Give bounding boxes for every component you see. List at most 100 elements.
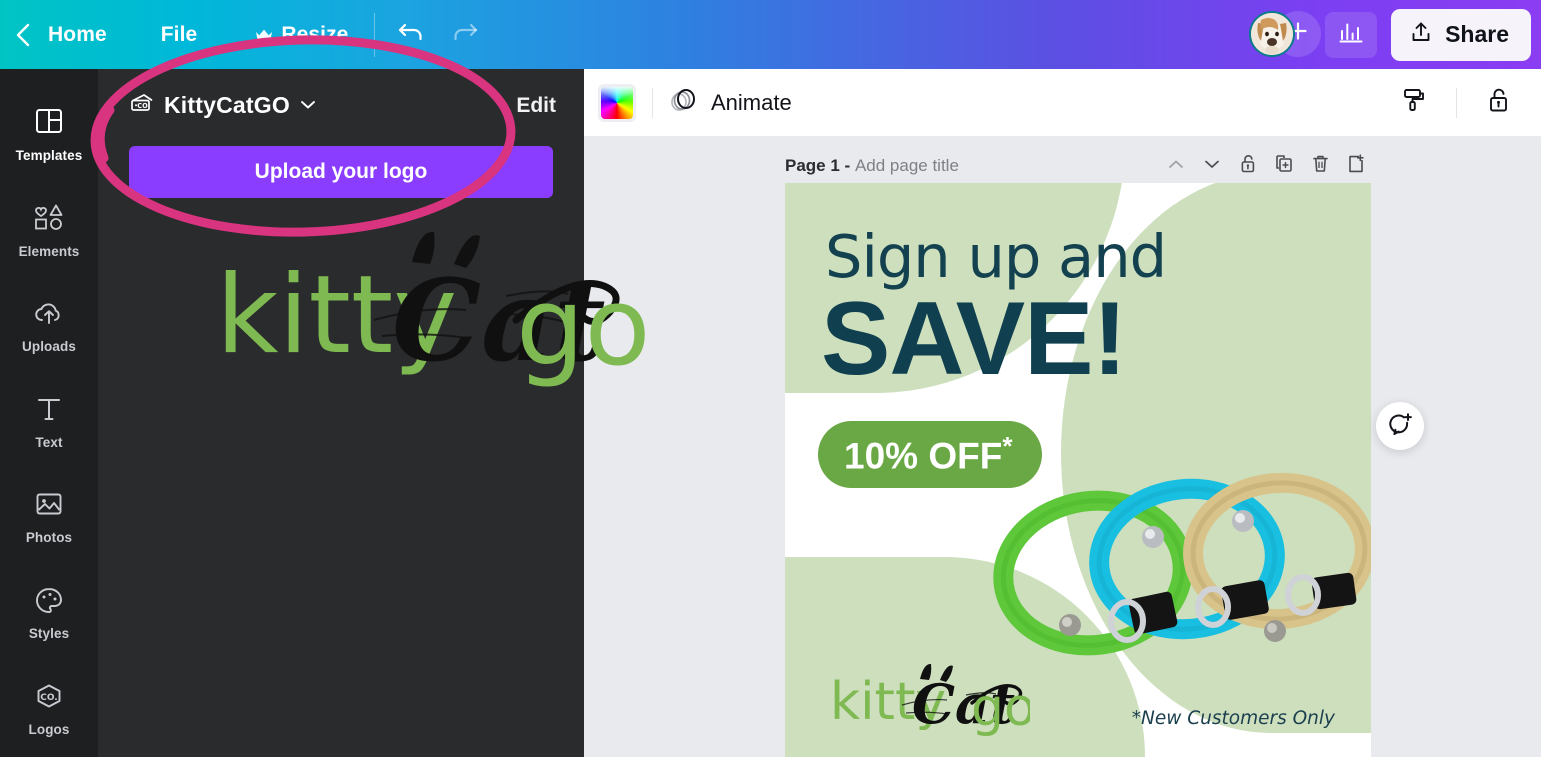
- file-label: File: [160, 22, 198, 46]
- toolbar-divider: [374, 12, 376, 57]
- redo-icon: [449, 19, 479, 50]
- toolbar-divider: [1456, 87, 1457, 118]
- copy-style-button[interactable]: [1392, 81, 1436, 125]
- add-comment-button[interactable]: [1376, 402, 1424, 450]
- unlock-icon: [1239, 153, 1258, 180]
- sidebar-item-label: Styles: [28, 625, 70, 641]
- back-button[interactable]: [0, 22, 46, 48]
- design-logo[interactable]: kitty Cat go: [830, 657, 1030, 743]
- animate-icon: [669, 85, 699, 121]
- sidebar-item-label: Elements: [18, 244, 80, 260]
- delete-page-button[interactable]: [1305, 151, 1335, 181]
- page-number-label: Page 1 -: [785, 156, 851, 175]
- undo-icon: [397, 19, 427, 50]
- top-toolbar: Home File Resize Share: [0, 0, 1541, 69]
- color-swatch-button[interactable]: [598, 83, 636, 122]
- page-actions: [1161, 151, 1371, 181]
- upload-icon: [1409, 20, 1433, 50]
- brand-logo-preview: kitty Cat go: [98, 224, 651, 404]
- brand-kit-header: CO KittyCatGO Edit: [98, 69, 584, 120]
- top-toolbar-left: Home File Resize: [0, 0, 493, 69]
- move-page-up-button[interactable]: [1161, 151, 1191, 181]
- undo-button[interactable]: [389, 12, 435, 58]
- rainbow-color-swatch: [601, 86, 633, 119]
- design-headline[interactable]: Sign up and: [825, 227, 1167, 286]
- duplicate-page-icon: [1274, 153, 1294, 180]
- sidebar-item-styles[interactable]: Styles: [0, 566, 98, 662]
- redo-button[interactable]: [441, 12, 487, 58]
- crown-icon: [255, 28, 273, 42]
- share-button[interactable]: Share: [1391, 8, 1531, 61]
- brand-kit-edit-button[interactable]: Edit: [516, 94, 556, 118]
- sidebar-item-text[interactable]: Text: [0, 374, 98, 470]
- svg-text:CO.: CO.: [40, 693, 57, 703]
- brand-kit-panel: CO KittyCatGO Edit Upload your logo kitt…: [98, 69, 651, 757]
- animate-label: Animate: [711, 89, 792, 115]
- home-label: Home: [48, 22, 107, 46]
- chevron-left-icon: [13, 22, 33, 48]
- home-menu[interactable]: Home: [46, 0, 143, 69]
- lock-button[interactable]: [1477, 81, 1521, 125]
- move-down-icon: [1203, 157, 1221, 176]
- elements-icon: [33, 202, 65, 237]
- top-toolbar-right: Share: [1249, 0, 1541, 69]
- animate-button[interactable]: Animate: [669, 85, 792, 121]
- share-label: Share: [1445, 21, 1509, 47]
- kittycatgo-wordmark: kitty Cat go: [216, 231, 651, 390]
- design-canvas[interactable]: Sign up and SAVE! 10% OFF* kitty Cat go …: [785, 183, 1371, 757]
- brand-kit-selector[interactable]: CO KittyCatGO: [129, 91, 317, 120]
- unlock-icon: [1486, 85, 1512, 120]
- move-page-down-button[interactable]: [1197, 151, 1227, 181]
- design-toolbar: Animate: [584, 69, 1541, 137]
- sidebar-item-label: Uploads: [22, 338, 76, 354]
- lock-page-button[interactable]: [1233, 151, 1263, 181]
- upload-logo-button[interactable]: Upload your logo: [129, 146, 553, 198]
- logo-badge-icon: CO.: [34, 682, 64, 715]
- svg-text:go: go: [516, 265, 651, 390]
- file-menu[interactable]: File: [143, 0, 238, 69]
- paint-roller-icon: [1401, 86, 1427, 119]
- text-icon: [35, 395, 63, 428]
- resize-menu[interactable]: Resize: [237, 0, 366, 69]
- edit-label: Edit: [516, 93, 556, 117]
- add-page-icon: [1346, 153, 1366, 180]
- design-subheadline[interactable]: SAVE!: [821, 287, 1127, 391]
- page-title[interactable]: Page 1 - Add page title: [785, 156, 959, 176]
- sidebar-item-logos[interactable]: CO. Logos: [0, 661, 98, 757]
- sidebar-item-label: Photos: [25, 530, 73, 546]
- sidebar-item-uploads[interactable]: Uploads: [0, 278, 98, 374]
- design-fine-print[interactable]: *New Customers Only: [1132, 708, 1335, 729]
- add-comment-icon: [1387, 411, 1413, 442]
- sidebar-item-label: Logos: [28, 721, 70, 737]
- bar-chart-icon: [1338, 19, 1364, 50]
- delete-page-icon: [1311, 153, 1330, 180]
- dog-avatar: [1251, 12, 1294, 55]
- sidebar-item-photos[interactable]: Photos: [0, 470, 98, 566]
- duplicate-page-button[interactable]: [1269, 151, 1299, 181]
- design-logo-part3: go: [971, 678, 1030, 738]
- page-header: Page 1 - Add page title: [785, 149, 1371, 183]
- photo-icon: [34, 490, 64, 523]
- svg-text:CO: CO: [137, 102, 148, 110]
- brand-kit-name: KittyCatGO: [164, 92, 290, 118]
- chevron-down-icon: [299, 97, 317, 115]
- templates-icon: [34, 106, 64, 141]
- toolbar-divider: [652, 87, 653, 118]
- analytics-button[interactable]: [1325, 11, 1378, 58]
- left-sidebar: Templates Elements Uploads Text Photos S…: [0, 69, 98, 757]
- page-title-placeholder: Add page title: [854, 156, 959, 175]
- pet-collars-photo[interactable]: [975, 455, 1371, 675]
- brand-kit-icon: CO: [129, 91, 155, 120]
- sidebar-item-elements[interactable]: Elements: [0, 183, 98, 279]
- upload-logo-label: Upload your logo: [254, 160, 428, 183]
- sidebar-item-label: Templates: [15, 148, 83, 164]
- avatar[interactable]: [1249, 10, 1296, 57]
- resize-label: Resize: [281, 22, 349, 46]
- add-page-button[interactable]: [1341, 151, 1371, 181]
- sidebar-item-label: Text: [35, 434, 63, 450]
- canva-editor-window: Home File Resize Share Templates Element…: [0, 0, 1541, 757]
- design-toolbar-right: [1392, 81, 1521, 125]
- palette-icon: [34, 586, 64, 619]
- move-up-icon: [1167, 157, 1185, 176]
- sidebar-item-templates[interactable]: Templates: [0, 87, 98, 183]
